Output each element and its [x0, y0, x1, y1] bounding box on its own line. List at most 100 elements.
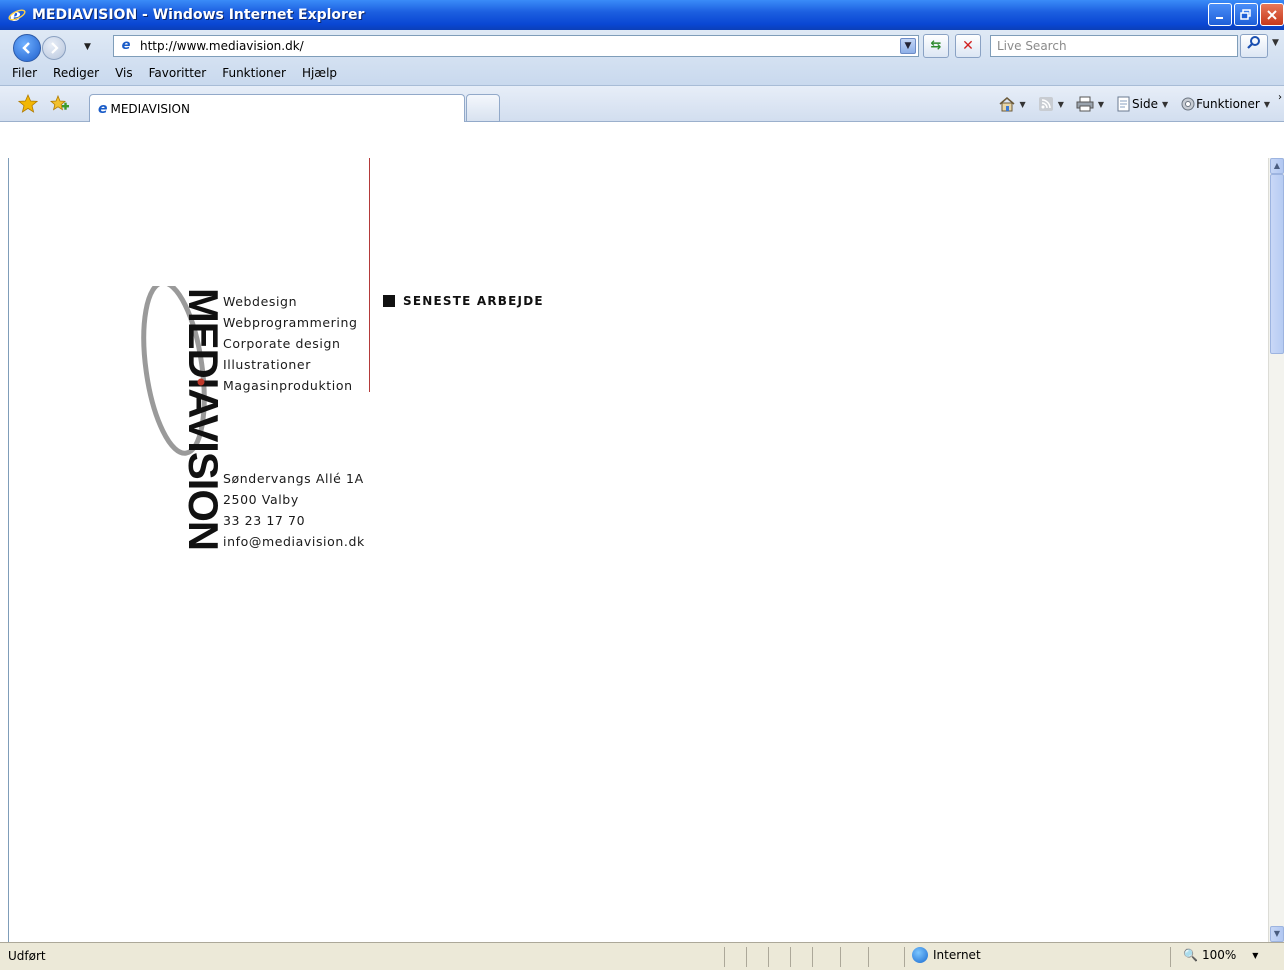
close-icon	[1267, 9, 1277, 20]
tab-bar: e MEDIAVISION ▼ ▼ ▼ Side ▼ Funktioner ▼ …	[0, 86, 1284, 122]
service-item: Webdesign	[223, 294, 298, 309]
tools-dropdown-icon: ▼	[1263, 99, 1270, 109]
rss-feed-icon	[1038, 97, 1053, 111]
menu-item-rediger[interactable]: Rediger	[45, 66, 107, 80]
latest-work-link[interactable]: SENESTE ARBEJDE	[383, 294, 544, 308]
title-bar: e MEDIAVISION - Windows Internet Explore…	[0, 0, 1284, 30]
page-icon: e	[121, 38, 131, 53]
refresh-icon: ⇆	[930, 38, 942, 53]
ie-page-icon: e	[98, 100, 108, 117]
menu-item-vis[interactable]: Vis	[107, 66, 141, 80]
home-icon	[999, 97, 1015, 112]
history-dropdown-button[interactable]: ▼	[84, 42, 91, 52]
command-bar: ▼ ▼ ▼ Side ▼ Funktioner ▼ ›	[992, 92, 1284, 116]
scroll-thumb[interactable]	[1270, 174, 1284, 354]
services-list: Webdesign Webprogrammering Corporate des…	[223, 291, 358, 396]
back-arrow-icon	[22, 42, 30, 54]
accent-divider	[369, 158, 370, 392]
status-divider	[812, 947, 813, 967]
square-bullet-icon	[383, 295, 395, 307]
address-dropdown-button[interactable]: ▼	[900, 38, 916, 54]
home-button[interactable]: ▼	[992, 96, 1032, 112]
search-button[interactable]	[1240, 34, 1268, 58]
status-divider	[768, 947, 769, 967]
contact-block: Søndervangs Allé 1A 2500 Valby 33 23 17 …	[223, 468, 365, 552]
tools-menu-label: Funktioner	[1196, 97, 1260, 111]
menu-item-funktioner[interactable]: Funktioner	[214, 66, 294, 80]
restore-button[interactable]	[1234, 3, 1258, 26]
menu-bar: Filer Rediger Vis Favoritter Funktioner …	[0, 60, 1284, 86]
zoom-dropdown-icon[interactable]: ▼	[1252, 951, 1258, 960]
page-viewport: MEDIAVISION Webdesign Webprogrammering C…	[8, 158, 1268, 942]
status-text: Udført	[8, 949, 46, 963]
tools-menu-button[interactable]: Funktioner ▼	[1174, 96, 1276, 112]
home-dropdown-icon[interactable]: ▼	[1020, 100, 1026, 109]
vertical-scrollbar[interactable]: ▲ ▼	[1268, 158, 1284, 942]
forward-button[interactable]	[42, 36, 66, 60]
back-button[interactable]	[13, 34, 41, 62]
page-menu-button[interactable]: Side ▼	[1110, 96, 1174, 112]
menu-item-favoritter[interactable]: Favoritter	[141, 66, 215, 80]
email-link[interactable]: info@mediavision.dk	[223, 531, 365, 552]
stop-button[interactable]: ✕	[955, 34, 981, 58]
printer-icon	[1076, 96, 1094, 112]
page-dropdown-icon: ▼	[1161, 99, 1169, 109]
status-divider	[1170, 947, 1171, 967]
zoom-icon: 🔍	[1183, 948, 1198, 962]
menu-item-hjaelp[interactable]: Hjælp	[294, 66, 345, 80]
zoom-control[interactable]: 🔍 100% ▼	[1183, 948, 1258, 962]
forward-arrow-icon	[51, 42, 59, 54]
security-zone[interactable]: Internet	[912, 947, 981, 963]
mediavision-logo: MEDIAVISION	[131, 280, 227, 554]
new-tab-button[interactable]	[466, 94, 500, 122]
menu-item-filer[interactable]: Filer	[4, 66, 45, 80]
search-box[interactable]	[990, 35, 1238, 57]
minimize-icon	[1216, 16, 1223, 19]
phone-number: 33 23 17 70	[223, 513, 306, 528]
globe-icon	[912, 947, 928, 963]
search-options-dropdown[interactable]: ▼	[1272, 38, 1279, 48]
postal-city: 2500 Valby	[223, 492, 299, 507]
add-favorite-button[interactable]	[49, 94, 70, 119]
tab-label: MEDIAVISION	[110, 101, 190, 116]
logo-text: MEDIAVISION	[180, 288, 221, 550]
latest-work-label: SENESTE ARBEJDE	[403, 294, 544, 308]
print-dropdown-icon[interactable]: ▼	[1098, 100, 1104, 109]
scroll-up-button[interactable]: ▲	[1270, 158, 1284, 174]
status-bar: Udført Internet 🔍 100% ▼	[0, 942, 1284, 970]
page-menu-label: Side	[1132, 97, 1158, 111]
status-divider	[868, 947, 869, 967]
ie-logo-icon: e	[8, 6, 26, 26]
print-button[interactable]: ▼	[1070, 96, 1110, 112]
zoom-level: 100%	[1201, 948, 1237, 962]
feeds-dropdown-icon[interactable]: ▼	[1058, 100, 1064, 109]
status-divider	[790, 947, 791, 967]
status-divider	[904, 947, 905, 967]
page-icon	[1117, 96, 1130, 112]
feeds-button[interactable]: ▼	[1032, 96, 1070, 112]
status-divider	[724, 947, 725, 967]
stop-icon: ✕	[962, 38, 974, 54]
address-bar[interactable]: e http://www.mediavision.dk/ ▼	[113, 35, 919, 57]
minimize-button[interactable]	[1208, 3, 1232, 26]
service-item: Magasinproduktion	[223, 378, 353, 393]
gear-icon	[1181, 97, 1195, 111]
address-url[interactable]: http://www.mediavision.dk/	[140, 39, 304, 53]
service-item: Illustrationer	[223, 357, 311, 372]
scroll-down-button[interactable]: ▼	[1270, 926, 1284, 942]
search-icon	[1247, 36, 1260, 49]
toolbar-overflow-chevron[interactable]: ›	[1276, 92, 1284, 103]
close-window-button[interactable]	[1260, 3, 1284, 26]
restore-icon	[1240, 8, 1251, 20]
zone-label: Internet	[933, 948, 981, 962]
service-item: Corporate design	[223, 336, 341, 351]
status-divider	[840, 947, 841, 967]
tab-mediavision[interactable]: e MEDIAVISION	[89, 94, 465, 122]
window-title: MEDIAVISION - Windows Internet Explorer	[32, 7, 365, 23]
refresh-button[interactable]: ⇆	[923, 34, 949, 58]
star-icon	[17, 93, 39, 113]
service-item: Webprogrammering	[223, 315, 358, 330]
favorites-center-button[interactable]	[17, 93, 39, 119]
search-input[interactable]	[991, 36, 1237, 56]
status-divider	[746, 947, 747, 967]
